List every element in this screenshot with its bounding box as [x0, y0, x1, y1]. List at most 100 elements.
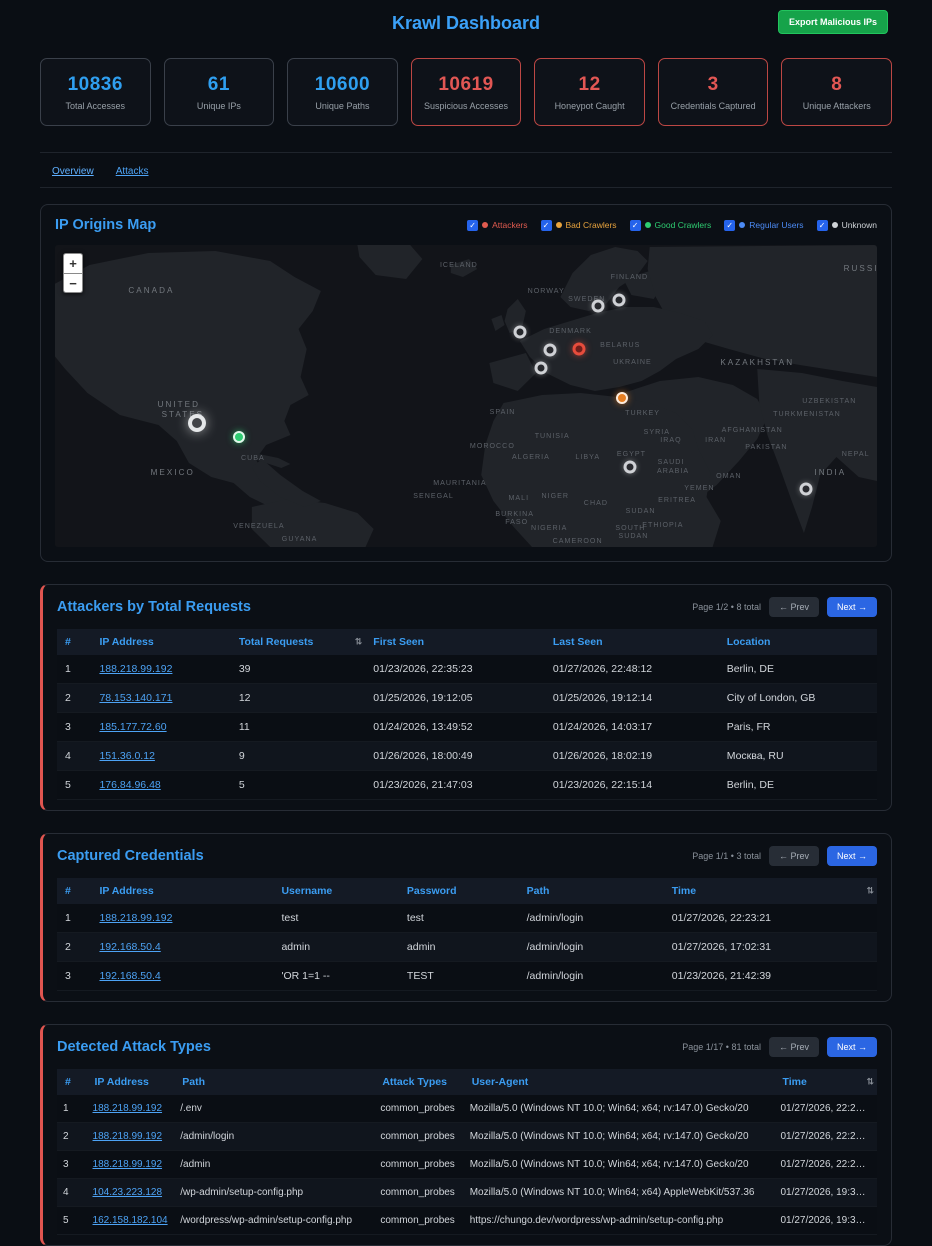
cell-username: 'OR 1=1 --	[273, 962, 398, 991]
cell-user-agent: Mozilla/5.0 (Windows NT 10.0; Win64; x64…	[464, 1151, 775, 1179]
attack-types-title: Detected Attack Types	[57, 1039, 211, 1055]
column-header-time[interactable]: Time⇅	[774, 1069, 877, 1095]
column-header-path[interactable]: Path	[519, 878, 664, 904]
ip-address-link[interactable]: 192.168.50.4	[99, 941, 160, 953]
column-header-first-seen[interactable]: First Seen	[365, 629, 545, 655]
attackers-header: Attackers by Total Requests Page 1/2 • 8…	[57, 597, 877, 617]
column-header-num[interactable]: #	[57, 629, 91, 655]
checkbox-icon[interactable]: ✓	[541, 220, 552, 231]
map-marker-unknown[interactable]	[624, 460, 637, 473]
map-country-label: CUBA	[241, 455, 265, 462]
map-canvas[interactable]: ICELANDCANADARUSSIANORWAYSWEDENFINLANDDE…	[55, 245, 877, 547]
column-header-password[interactable]: Password	[399, 878, 519, 904]
map-legend: ✓Attackers✓Bad Crawlers✓Good Crawlers✓Re…	[467, 220, 877, 231]
map-country-label: NORWAY	[528, 288, 565, 295]
map-marker-unknown[interactable]	[591, 300, 604, 313]
column-header-last-seen[interactable]: Last Seen	[545, 629, 719, 655]
ip-address-link[interactable]: 104.23.223.128	[93, 1187, 163, 1198]
prev-button[interactable]: ← Prev	[769, 1037, 819, 1057]
cell-num: 5	[57, 771, 91, 800]
column-header-path[interactable]: Path	[174, 1069, 374, 1095]
cell-total-requests: 12	[231, 684, 365, 713]
cell-username: admin	[273, 933, 398, 962]
checkbox-icon[interactable]: ✓	[817, 220, 828, 231]
map-country-label: MEXICO	[151, 468, 195, 477]
map-country-label: NIGERIA	[531, 525, 567, 532]
attack-types-section: Detected Attack Types Page 1/17 • 81 tot…	[40, 1024, 892, 1246]
column-header-ip-address[interactable]: IP Address	[87, 1069, 175, 1095]
cell-path: /admin/login	[519, 933, 664, 962]
map-country-label: CANADA	[128, 286, 174, 295]
export-malicious-ips-button[interactable]: Export Malicious IPs	[778, 10, 888, 34]
column-header-attack-types[interactable]: Attack Types	[374, 1069, 463, 1095]
column-header-username[interactable]: Username	[273, 878, 398, 904]
ip-address-link[interactable]: 188.218.99.192	[93, 1103, 163, 1114]
sort-icon[interactable]: ⇅	[866, 1077, 874, 1088]
ip-address-link[interactable]: 185.177.72.60	[99, 721, 166, 733]
map-marker-unknown[interactable]	[800, 483, 813, 496]
ip-address-link[interactable]: 192.168.50.4	[99, 970, 160, 982]
pagination-info: Page 1/17 • 81 total	[682, 1042, 761, 1052]
column-header-user-agent[interactable]: User-Agent	[464, 1069, 775, 1095]
column-header-time[interactable]: Time⇅	[664, 878, 877, 904]
next-button[interactable]: Next →	[827, 846, 877, 866]
cell-first-seen: 01/23/2026, 21:47:03	[365, 771, 545, 800]
sort-icon[interactable]: ⇅	[355, 637, 363, 648]
legend-item-attackers[interactable]: ✓Attackers	[467, 220, 527, 231]
cell-time: 01/27/2026, 17:02:31	[664, 933, 877, 962]
map-marker-unknown[interactable]	[543, 344, 556, 357]
map-marker-unknown[interactable]	[612, 293, 625, 306]
prev-button[interactable]: ← Prev	[769, 597, 819, 617]
column-header-ip-address[interactable]: IP Address	[91, 878, 273, 904]
cell-num: 3	[57, 713, 91, 742]
cell-last-seen: 01/25/2026, 19:12:14	[545, 684, 719, 713]
ip-address-link[interactable]: 188.218.99.192	[93, 1159, 163, 1170]
ip-address-link[interactable]: 188.218.99.192	[93, 1131, 163, 1142]
map-country-label: RUSSIA	[844, 264, 877, 273]
stat-value: 10619	[438, 74, 493, 96]
ip-address-link[interactable]: 78.153.140.171	[99, 692, 172, 704]
zoom-in-button[interactable]: +	[63, 253, 83, 273]
stat-label: Suspicious Accesses	[424, 101, 508, 111]
next-button[interactable]: Next →	[827, 597, 877, 617]
tab-overview[interactable]: Overview	[52, 166, 94, 177]
legend-item-bad-crawlers[interactable]: ✓Bad Crawlers	[541, 220, 617, 231]
map-marker-bad[interactable]	[616, 392, 628, 404]
ip-address-link[interactable]: 151.36.0.12	[99, 750, 154, 762]
ip-address-link[interactable]: 188.218.99.192	[99, 912, 172, 924]
map-marker-attacker[interactable]	[572, 342, 585, 355]
legend-item-regular-users[interactable]: ✓ Regular Users	[724, 220, 803, 231]
zoom-out-button[interactable]: −	[63, 273, 83, 293]
sort-icon[interactable]: ⇅	[866, 886, 874, 897]
checkbox-icon[interactable]: ✓	[467, 220, 478, 231]
legend-item-unknown[interactable]: ✓Unknown	[817, 220, 877, 231]
legend-item-good-crawlers[interactable]: ✓Good Crawlers	[630, 220, 712, 231]
column-header-total-requests[interactable]: Total Requests⇅	[231, 629, 365, 655]
cell-total-requests: 5	[231, 771, 365, 800]
cell-ip-address: 104.23.223.128	[87, 1179, 175, 1207]
checkbox-icon[interactable]: ✓	[630, 220, 641, 231]
column-header-num[interactable]: #	[57, 878, 91, 904]
map-marker-good[interactable]	[233, 431, 245, 443]
table-header-row: #IP AddressTotal Requests⇅First SeenLast…	[57, 629, 877, 655]
ip-address-link[interactable]: 188.218.99.192	[99, 663, 172, 675]
column-header-location[interactable]: Location	[719, 629, 877, 655]
next-button[interactable]: Next →	[827, 1037, 877, 1057]
checkbox-icon[interactable]: ✓	[724, 220, 735, 231]
table-row: 2192.168.50.4adminadmin/admin/login01/27…	[57, 933, 877, 962]
prev-button[interactable]: ← Prev	[769, 846, 819, 866]
world-map: ICELANDCANADARUSSIANORWAYSWEDENFINLANDDE…	[55, 245, 877, 547]
legend-dot-icon	[556, 222, 562, 228]
ip-address-link[interactable]: 176.84.96.48	[99, 779, 160, 791]
map-country-label: NIGER	[542, 493, 570, 500]
map-marker-unknown[interactable]	[514, 325, 527, 338]
tab-attacks[interactable]: Attacks	[116, 166, 149, 177]
ip-address-link[interactable]: 162.158.182.104	[93, 1215, 168, 1226]
column-header-num[interactable]: #	[57, 1069, 87, 1095]
map-marker-unknown[interactable]	[534, 361, 547, 374]
cell-location: Berlin, DE	[719, 655, 877, 684]
column-header-ip-address[interactable]: IP Address	[91, 629, 230, 655]
legend-label: Regular Users	[749, 220, 803, 230]
table-header-row: #IP AddressPathAttack TypesUser-AgentTim…	[57, 1069, 877, 1095]
map-marker-cluster[interactable]	[188, 414, 206, 432]
